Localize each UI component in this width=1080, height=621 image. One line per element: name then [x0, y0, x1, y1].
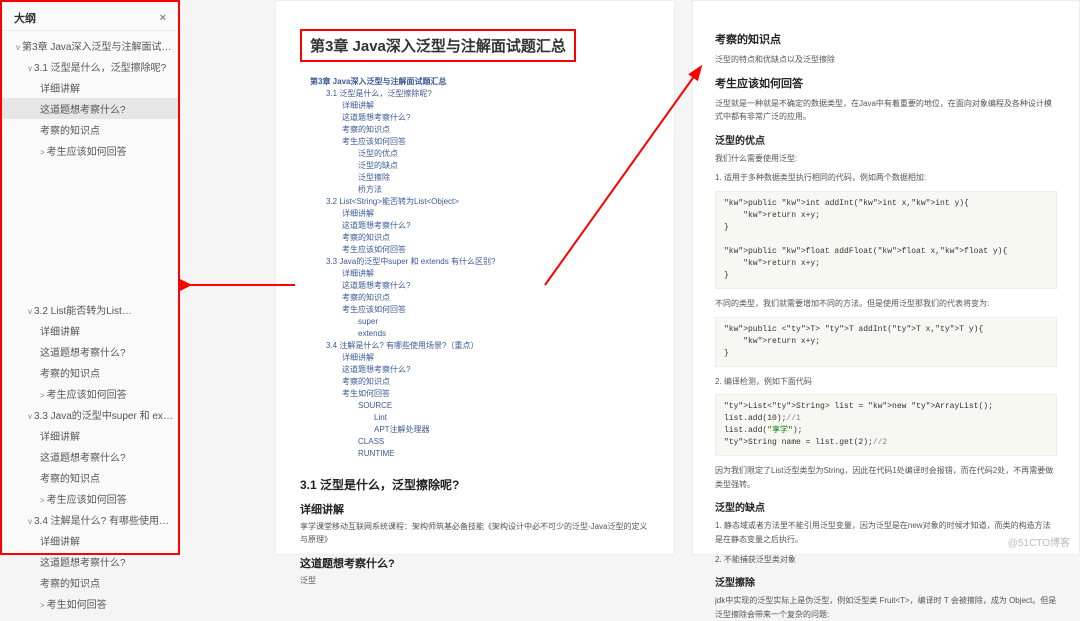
- toc-link[interactable]: 这道题想考察什么?: [300, 220, 650, 232]
- outline-sidebar: 大纲 × v第3章 Java深入泛型与注解面试题汇总v3.1 泛型是什么，泛型擦…: [0, 0, 180, 555]
- body-text: 享学课堂移动互联网系统课程：架构师筑基必备技能《架构设计中必不可少的泛型-Jav…: [300, 521, 650, 547]
- toc-link[interactable]: 考生如何回答: [300, 388, 650, 400]
- body-text: 1. 适用于多种数据类型执行相同的代码，例如两个数据相加:: [715, 171, 1057, 185]
- toc-link[interactable]: 考生应该如何回答: [300, 136, 650, 148]
- outline-item[interactable]: 这道题想考察什么?: [2, 98, 178, 119]
- toc-link[interactable]: RUNTIME: [300, 448, 650, 460]
- toc-link[interactable]: Lint: [300, 412, 650, 424]
- body-text: 我们什么需要使用泛型:: [715, 152, 1057, 166]
- toc-link[interactable]: 泛型的优点: [300, 148, 650, 160]
- outline-item[interactable]: >考生应该如何回答: [2, 488, 178, 509]
- code-block: "ty">List<"ty">String> list = "kw">new "…: [715, 394, 1057, 456]
- code-block: "kw">public <"ty">T> "ty">T addInt("ty">…: [715, 317, 1057, 367]
- outline-item[interactable]: 考察的知识点: [2, 362, 178, 383]
- toc-link[interactable]: SOURCE: [300, 400, 650, 412]
- subsection-heading: 这道题想考察什么?: [300, 555, 650, 571]
- body-text: 不同的类型，我们就需要增加不同的方法。但是使用泛型那我们的代表将变为:: [715, 297, 1057, 311]
- subsection-heading: 详细讲解: [300, 501, 650, 517]
- toc-link[interactable]: 3.4 注解是什么? 有哪些使用场景?（重点）: [300, 340, 650, 352]
- toc-link[interactable]: extends: [300, 328, 650, 340]
- outline-item[interactable]: 详细讲解: [2, 530, 178, 551]
- toc-link[interactable]: 考察的知识点: [300, 232, 650, 244]
- toc-link[interactable]: 详细讲解: [300, 352, 650, 364]
- toc-link[interactable]: 3.1 泛型是什么，泛型擦除呢?: [300, 88, 650, 100]
- outline-item[interactable]: 这道题想考察什么?: [2, 551, 178, 572]
- outline-header: 大纲 ×: [2, 6, 178, 31]
- outline-item[interactable]: >考生应该如何回答: [2, 383, 178, 404]
- code-block: "kw">public "kw">int addInt("kw">int x,"…: [715, 191, 1057, 289]
- toc-link[interactable]: 详细讲解: [300, 208, 650, 220]
- outline-item[interactable]: >考生应该如何回答: [2, 140, 178, 161]
- body-text: 因为我们限定了List泛型类型为String，因此在代码1处编译时会报错，而在代…: [715, 464, 1057, 491]
- toc-link[interactable]: 详细讲解: [300, 100, 650, 112]
- body-text: jdk中实现的泛型实际上是伪泛型，例如泛型类 Fruit<T>，编译时 T 会被…: [715, 594, 1057, 621]
- toc-link[interactable]: 考察的知识点: [300, 292, 650, 304]
- outline-item[interactable]: >考生如何回答: [2, 593, 178, 614]
- outline-item[interactable]: v3.4 注解是什么? 有哪些使用场景?: [2, 509, 178, 530]
- body-text: 泛型就是一种就是不确定的数据类型，在Java中有着重要的地位，在面向对象编程及各…: [715, 97, 1057, 124]
- outline-item[interactable]: 这道题想考察什么?: [2, 446, 178, 467]
- toc-link[interactable]: 桥方法: [300, 184, 650, 196]
- outline-title: 大纲: [14, 10, 36, 26]
- toc-link[interactable]: 考生应该如何回答: [300, 304, 650, 316]
- section-heading: 3.1 泛型是什么，泛型擦除呢?: [300, 476, 650, 493]
- subsection-heading: 泛型擦除: [715, 574, 1057, 589]
- toc-link[interactable]: APT注解处理器: [300, 424, 650, 436]
- outline-item[interactable]: 详细讲解: [2, 320, 178, 341]
- outline-item[interactable]: 这道题想考察什么?: [2, 341, 178, 362]
- toc-link[interactable]: 3.2 List<String>能否转为List<Object>: [300, 196, 650, 208]
- subsection-heading: 考生应该如何回答: [715, 75, 1057, 91]
- document-page-2: 考察的知识点 泛型的特点和优缺点以及泛型擦除 考生应该如何回答 泛型就是一种就是…: [692, 0, 1080, 555]
- document-page-1: 第3章 Java深入泛型与注解面试题汇总 第3章 Java深入泛型与注解面试题汇…: [275, 0, 675, 555]
- outline-item[interactable]: v3.1 泛型是什么，泛型擦除呢?: [2, 56, 178, 77]
- outline-item[interactable]: 详细讲解: [2, 77, 178, 98]
- watermark: @51CTO博客: [1008, 534, 1070, 549]
- body-text: 泛型的特点和优缺点以及泛型擦除: [715, 53, 1057, 67]
- subsection-heading: 考察的知识点: [715, 31, 1057, 47]
- close-icon[interactable]: ×: [160, 12, 166, 24]
- outline-item[interactable]: v3.3 Java的泛型中super 和 extends: [2, 404, 178, 425]
- body-text: 1. 静态域或者方法里不能引用泛型变量，因为泛型是在new对象的时候才知道，而类…: [715, 519, 1057, 546]
- body-text: 泛型: [300, 575, 650, 588]
- toc-link[interactable]: CLASS: [300, 436, 650, 448]
- outline-item[interactable]: v3.2 List能否转为List: [2, 161, 178, 320]
- toc-link[interactable]: 考生应该如何回答: [300, 244, 650, 256]
- toc-link[interactable]: 3.3 Java的泛型中super 和 extends 有什么区别?: [300, 256, 650, 268]
- toc-link[interactable]: 这道题想考察什么?: [300, 280, 650, 292]
- toc-link[interactable]: 这道题想考察什么?: [300, 112, 650, 124]
- toc-link[interactable]: 详细讲解: [300, 268, 650, 280]
- outline-item[interactable]: 详细讲解: [2, 425, 178, 446]
- table-of-contents: 第3章 Java深入泛型与注解面试题汇总3.1 泛型是什么，泛型擦除呢?详细讲解…: [300, 76, 650, 460]
- toc-link[interactable]: 考察的知识点: [300, 376, 650, 388]
- subsection-heading: 泛型的缺点: [715, 499, 1057, 514]
- body-text: 2. 编译检测，例如下面代码: [715, 375, 1057, 389]
- outline-list: v第3章 Java深入泛型与注解面试题汇总v3.1 泛型是什么，泛型擦除呢?详细…: [2, 31, 178, 618]
- toc-link[interactable]: 考察的知识点: [300, 124, 650, 136]
- toc-link[interactable]: 泛型擦除: [300, 172, 650, 184]
- page-title: 第3章 Java深入泛型与注解面试题汇总: [300, 29, 576, 62]
- outline-item[interactable]: 考察的知识点: [2, 467, 178, 488]
- toc-link[interactable]: 泛型的缺点: [300, 160, 650, 172]
- toc-link[interactable]: 第3章 Java深入泛型与注解面试题汇总: [300, 76, 650, 88]
- outline-item[interactable]: 考察的知识点: [2, 119, 178, 140]
- toc-link[interactable]: super: [300, 316, 650, 328]
- toc-link[interactable]: 这道题想考察什么?: [300, 364, 650, 376]
- subsection-heading: 泛型的优点: [715, 132, 1057, 147]
- outline-item[interactable]: v第3章 Java深入泛型与注解面试题汇总: [2, 35, 178, 56]
- outline-item[interactable]: 考察的知识点: [2, 572, 178, 593]
